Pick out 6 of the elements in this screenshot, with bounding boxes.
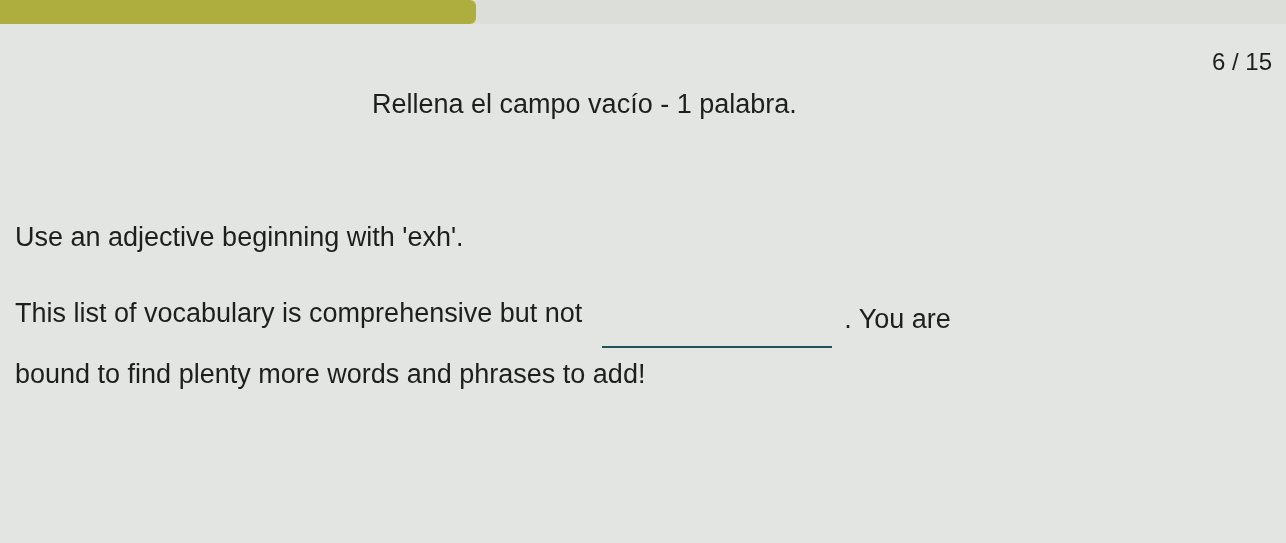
sentence-text: bound to find plenty more words and phrases to add! — [15, 358, 646, 389]
instruction-text: Rellena el campo vacío - 1 palabra. — [372, 89, 797, 119]
sentence-text: This list of vocabulary is comprehensive but not — [15, 297, 583, 330]
hint-text: Use an adjective beginning with 'exh'. — [15, 221, 464, 252]
sentence-text: . You are — [844, 303, 951, 336]
question-counter: 6 / 15 — [1211, 47, 1272, 77]
